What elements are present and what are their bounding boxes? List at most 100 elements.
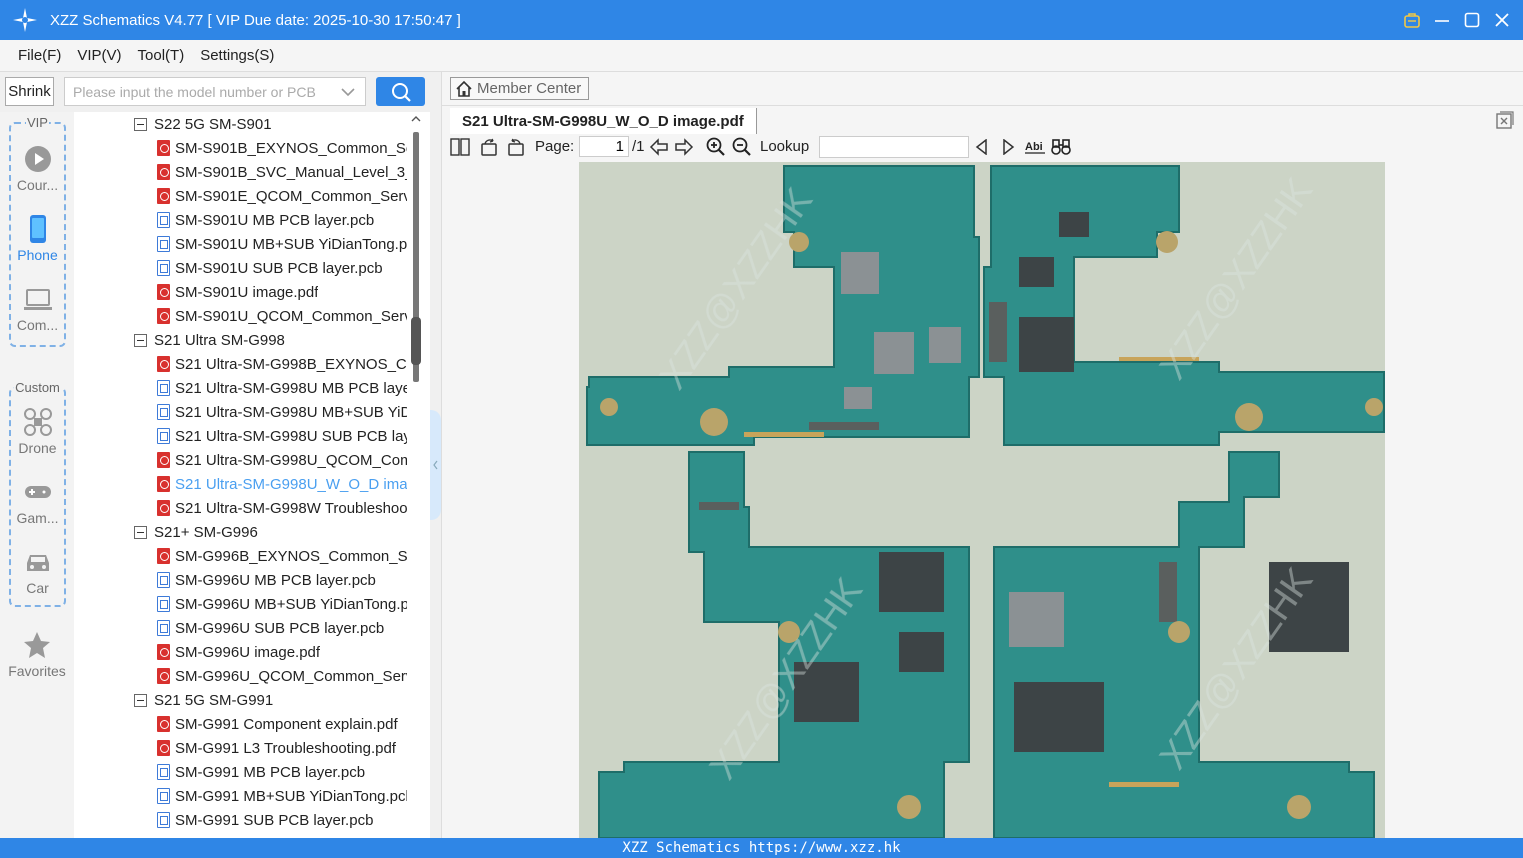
rotate-right-icon[interactable] [505,136,527,158]
model-search-input[interactable] [64,77,366,106]
tree-item-label: SM-G991 MB+SUB YiDianTong.pcb [175,787,407,805]
tree-file[interactable]: SM-S901B_EXYNOS_Common_Service_Manual [157,136,407,160]
category-computer[interactable]: Com... [11,284,64,333]
pdf-file-icon [157,716,170,732]
member-center-label: Member Center [477,80,582,97]
pdf-file-icon [157,644,170,660]
tree-file[interactable]: SM-S901U image.pdf [157,280,318,304]
pdf-file-icon [157,500,170,516]
search-button[interactable] [376,77,425,106]
next-page-icon[interactable] [673,136,695,158]
zoom-in-icon[interactable] [705,136,727,158]
pcb-board-image[interactable]: XZZ@XZZHK XZZ@XZZHK XZZ@XZZHK XZZ@XZZHK [579,162,1385,838]
find-next-icon[interactable] [997,136,1019,158]
rotate-left-icon[interactable] [478,136,500,158]
model-file-tree: S22 5G SM-S901 SM-S901B_EXYNOS_Common_Ser… [74,112,430,838]
favorites-button[interactable]: Favorites [0,630,74,679]
collapse-toggle-icon[interactable] [134,117,147,131]
category-drone[interactable]: Drone [11,407,64,456]
lookup-label: Lookup [760,138,810,155]
tree-item-label: S21 Ultra-SM-G998U MB PCB layer.pcb [175,379,407,397]
tree-group[interactable]: S21 5G SM-G991 [134,688,273,712]
tree-file[interactable]: S21 Ultra-SM-G998W Troubleshooting.pdf [157,496,407,520]
two-page-view-icon[interactable] [449,136,471,158]
tree-file[interactable]: SM-G996U MB PCB layer.pcb [157,568,376,592]
tree-file[interactable]: SM-G996U SUB PCB layer.pcb [157,616,384,640]
tree-file[interactable]: S21 Ultra-SM-G998U MB PCB layer.pcb [157,376,407,400]
match-case-icon[interactable]: Abi [1024,136,1046,158]
page-number-input[interactable] [579,136,629,157]
menu-vip[interactable]: VIP(V) [69,47,129,64]
category-course[interactable]: Cour... [11,144,64,193]
menu-file[interactable]: File(F) [10,47,69,64]
tree-file[interactable]: SM-G991 L3 Troubleshooting.pdf [157,736,396,760]
pcb-file-icon [157,212,170,228]
document-tab[interactable]: S21 Ultra-SM-G998U_W_O_D image.pdf [450,108,757,134]
tree-file[interactable]: SM-S901U MB+SUB YiDianTong.pcb [157,232,407,256]
tree-file[interactable]: SM-G991 MB+SUB YiDianTong.pcb [157,784,407,808]
category-label: Car [26,580,49,596]
tree-item-label: SM-S901U_QCOM_Common_Service_Manual [175,307,407,325]
zoom-out-icon[interactable] [731,136,753,158]
tree-file[interactable]: SM-S901U_QCOM_Common_Service_Manual [157,304,407,328]
viewer-toolbar: Page: /1 Lookup Abi [442,133,1523,161]
pdf-file-icon [157,668,170,684]
custom-group-label: Custom [14,380,61,395]
tree-file[interactable]: SM-S901E_QCOM_Common_Service_Manual [157,184,407,208]
shrink-button[interactable]: Shrink [5,77,54,106]
tree-file[interactable]: S21 Ultra-SM-G998U MB+SUB YiDianTong.pcb [157,400,407,424]
menu-tool[interactable]: Tool(T) [130,47,193,64]
tree-file[interactable]: SM-G996U image.pdf [157,640,320,664]
tree-scrollbar[interactable] [410,112,422,838]
tree-item-label: S21 5G SM-G991 [154,691,274,709]
menu-bar: File(F) VIP(V) Tool(T) Settings(S) [0,40,1523,72]
tree-file[interactable]: S21 Ultra-SM-G998U_QCOM_Common_Service [157,448,407,472]
tree-group[interactable]: S21+ SM-G996 [134,520,258,544]
tree-file[interactable]: SM-G996U_QCOM_Common_Service_Manual [157,664,407,688]
tree-item-label: SM-G996U MB PCB layer.pcb [175,571,376,589]
play-circle-icon [24,146,51,172]
menu-settings[interactable]: Settings(S) [192,47,282,64]
page-total: /1 [632,138,645,155]
tree-item-label: S21 Ultra-SM-G998U_QCOM_Common_Service [175,451,407,469]
tree-file[interactable]: SM-G996B_EXYNOS_Common_Service_Manual [157,544,407,568]
maximize-button[interactable] [1461,9,1483,31]
minimize-button[interactable] [1431,9,1453,31]
tree-file[interactable]: SM-G996U MB+SUB YiDianTong.pcb [157,592,407,616]
tree-group[interactable]: S21 Ultra SM-G998 [134,328,285,352]
tree-file[interactable]: SM-G991 MB PCB layer.pcb [157,760,365,784]
tree-file[interactable]: S21 Ultra-SM-G998U SUB PCB layer.pcb [157,424,407,448]
close-button[interactable] [1491,9,1513,31]
tree-item-label: SM-G996U SUB PCB layer.pcb [175,619,385,637]
collapse-toggle-icon[interactable] [134,693,147,707]
collapse-toggle-icon[interactable] [134,525,147,539]
vip-bag-icon[interactable] [1401,9,1423,31]
prev-page-icon[interactable] [648,136,670,158]
panel-collapse-handle[interactable] [430,410,441,520]
tree-file[interactable]: S21 Ultra-SM-G998B_EXYNOS_Common_Service [157,352,407,376]
find-all-binoculars-icon[interactable] [1050,136,1072,158]
star-icon [24,632,50,658]
category-phone[interactable]: Phone [11,214,64,263]
scrollbar-thumb[interactable] [411,317,421,365]
tree-file[interactable]: SM-S901U SUB PCB layer.pcb [157,256,383,280]
member-center-button[interactable]: Member Center [450,77,589,100]
category-car[interactable]: Car [11,547,64,596]
pcb-file-icon [157,260,170,276]
tree-file[interactable]: SM-S901B_SVC_Manual_Level_3_Repair [157,160,407,184]
laptop-icon [23,289,52,310]
tree-file[interactable]: SM-S901U MB PCB layer.pcb [157,208,374,232]
close-tab-icon[interactable] [1496,111,1514,129]
chevron-down-icon[interactable] [340,84,356,100]
lookup-input[interactable] [819,136,969,158]
tree-item-label: SM-G991 SUB PCB layer.pcb [175,811,374,829]
find-prev-icon[interactable] [971,136,993,158]
tree-file[interactable]: S21 Ultra-SM-G998U_W_O_D image.pdf [157,472,407,496]
category-game[interactable]: Gam... [11,477,64,526]
tree-item-label: S21 Ultra-SM-G998W Troubleshooting.pdf [175,499,407,517]
collapse-toggle-icon[interactable] [134,333,147,347]
tree-file[interactable]: SM-G991 SUB PCB layer.pcb [157,808,373,832]
scroll-up-arrow-icon[interactable] [411,114,421,124]
tree-file[interactable]: SM-G991 Component explain.pdf [157,712,398,736]
tree-group[interactable]: S22 5G SM-S901 [134,112,272,136]
